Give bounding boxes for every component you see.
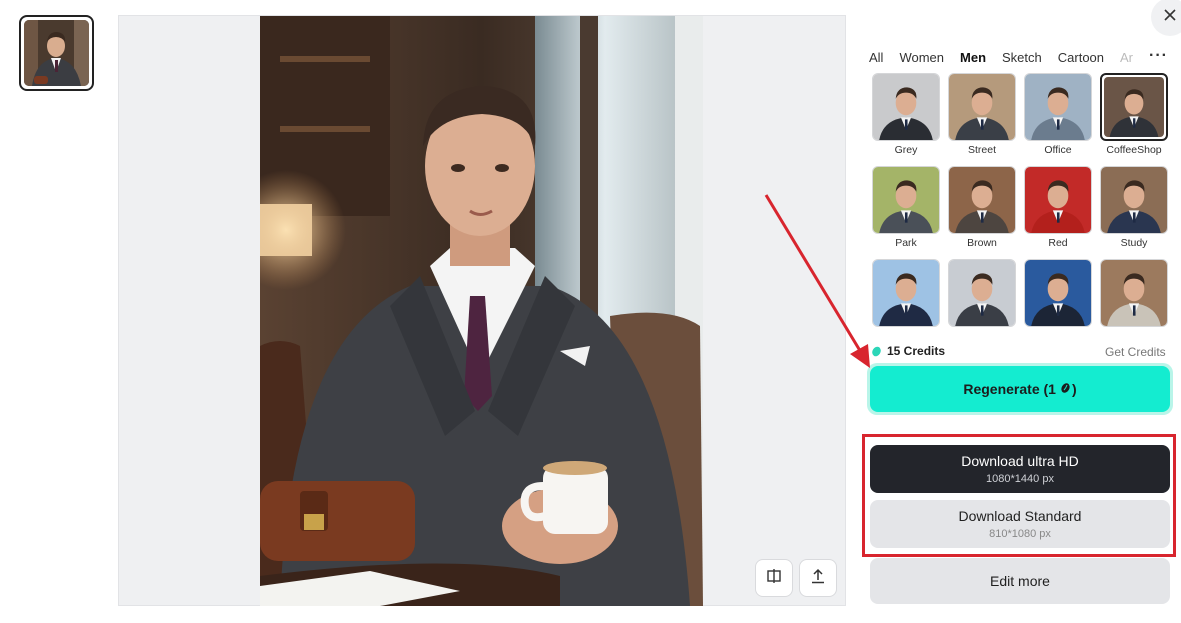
tab-ar[interactable]: Ar (1120, 50, 1133, 65)
style-option-label: Grey (894, 144, 918, 156)
style-option-office[interactable]: Office (1024, 73, 1094, 156)
compare-icon (766, 568, 782, 589)
style-thumbnail (948, 166, 1016, 234)
app-root: All Women Men Sketch Cartoon Ar ··· Grey… (0, 0, 1181, 623)
credits-text: 15 Credits (887, 344, 946, 358)
credits-balance: 15 Credits (871, 344, 945, 358)
style-option-item-10[interactable] (948, 259, 1018, 330)
style-option-grey[interactable]: Grey (872, 73, 942, 156)
download-standard-button[interactable]: Download Standard 810*1080 px (870, 500, 1170, 548)
style-option-study[interactable]: Study (1100, 166, 1170, 249)
style-grid: Grey Street Office CoffeeShop Park Brown Red St… (870, 72, 1170, 330)
source-thumbnail-image (24, 20, 89, 86)
style-option-label: Study (1120, 237, 1148, 249)
credit-bean-icon (871, 346, 882, 357)
edit-more-button[interactable]: Edit more (870, 558, 1170, 604)
style-thumbnail (872, 166, 940, 234)
tab-all[interactable]: All (869, 50, 883, 65)
download-ultra-hd-label: Download ultra HD (961, 453, 1079, 469)
style-thumbnail (1024, 166, 1092, 234)
style-option-label: CoffeeShop (1106, 144, 1162, 156)
style-option-coffeeshop[interactable]: CoffeeShop (1100, 73, 1170, 156)
download-ultra-hd-button[interactable]: Download ultra HD 1080*1440 px (870, 445, 1170, 493)
close-icon (1163, 8, 1177, 27)
more-icon[interactable]: ··· (1149, 47, 1168, 65)
share-button[interactable] (799, 559, 837, 597)
tab-cartoon[interactable]: Cartoon (1058, 50, 1104, 65)
download-standard-label: Download Standard (958, 508, 1082, 524)
credit-bean-icon (1060, 381, 1071, 397)
style-thumbnail (1100, 259, 1168, 327)
regenerate-suffix: ) (1071, 381, 1077, 397)
preview-canvas (118, 15, 846, 606)
style-thumbnail (1024, 73, 1092, 141)
style-option-label: Office (1044, 144, 1072, 156)
close-button[interactable] (1151, 0, 1181, 36)
tab-women[interactable]: Women (899, 50, 944, 65)
regenerate-button[interactable]: Regenerate (1 ) (867, 363, 1173, 415)
style-thumbnail (1100, 73, 1168, 141)
style-option-street[interactable]: Street (948, 73, 1018, 156)
style-thumbnail (1100, 166, 1168, 234)
regenerate-label: Regenerate (1 (963, 381, 1056, 397)
style-thumbnail (872, 259, 940, 327)
upload-icon (810, 568, 826, 589)
get-credits-link[interactable]: Get Credits (1105, 345, 1166, 359)
download-standard-size: 810*1080 px (989, 528, 1051, 540)
style-option-item-9[interactable] (872, 259, 942, 330)
style-option-label: Street (967, 144, 996, 156)
style-thumbnail (948, 259, 1016, 327)
tab-sketch[interactable]: Sketch (1002, 50, 1042, 65)
regenerate-button-inner: Regenerate (1 ) (870, 366, 1170, 412)
style-option-label: Brown (967, 237, 997, 249)
style-option-brown[interactable]: Brown (948, 166, 1018, 249)
style-category-tabs: All Women Men Sketch Cartoon Ar ··· (869, 47, 1174, 67)
style-thumbnail (1024, 259, 1092, 327)
style-thumbnail (948, 73, 1016, 141)
download-ultra-hd-size: 1080*1440 px (986, 473, 1054, 485)
style-option-park[interactable]: Park (872, 166, 942, 249)
source-thumbnail[interactable] (19, 15, 94, 91)
style-option-item-11[interactable] (1024, 259, 1094, 330)
compare-button[interactable] (755, 559, 793, 597)
style-option-item-12[interactable] (1100, 259, 1170, 330)
style-thumbnail (872, 73, 940, 141)
tab-men[interactable]: Men (960, 50, 986, 65)
generated-portrait (260, 16, 703, 606)
style-option-label: Park (895, 237, 917, 249)
style-option-label: Red (1048, 237, 1068, 249)
style-option-red[interactable]: Red (1024, 166, 1094, 249)
